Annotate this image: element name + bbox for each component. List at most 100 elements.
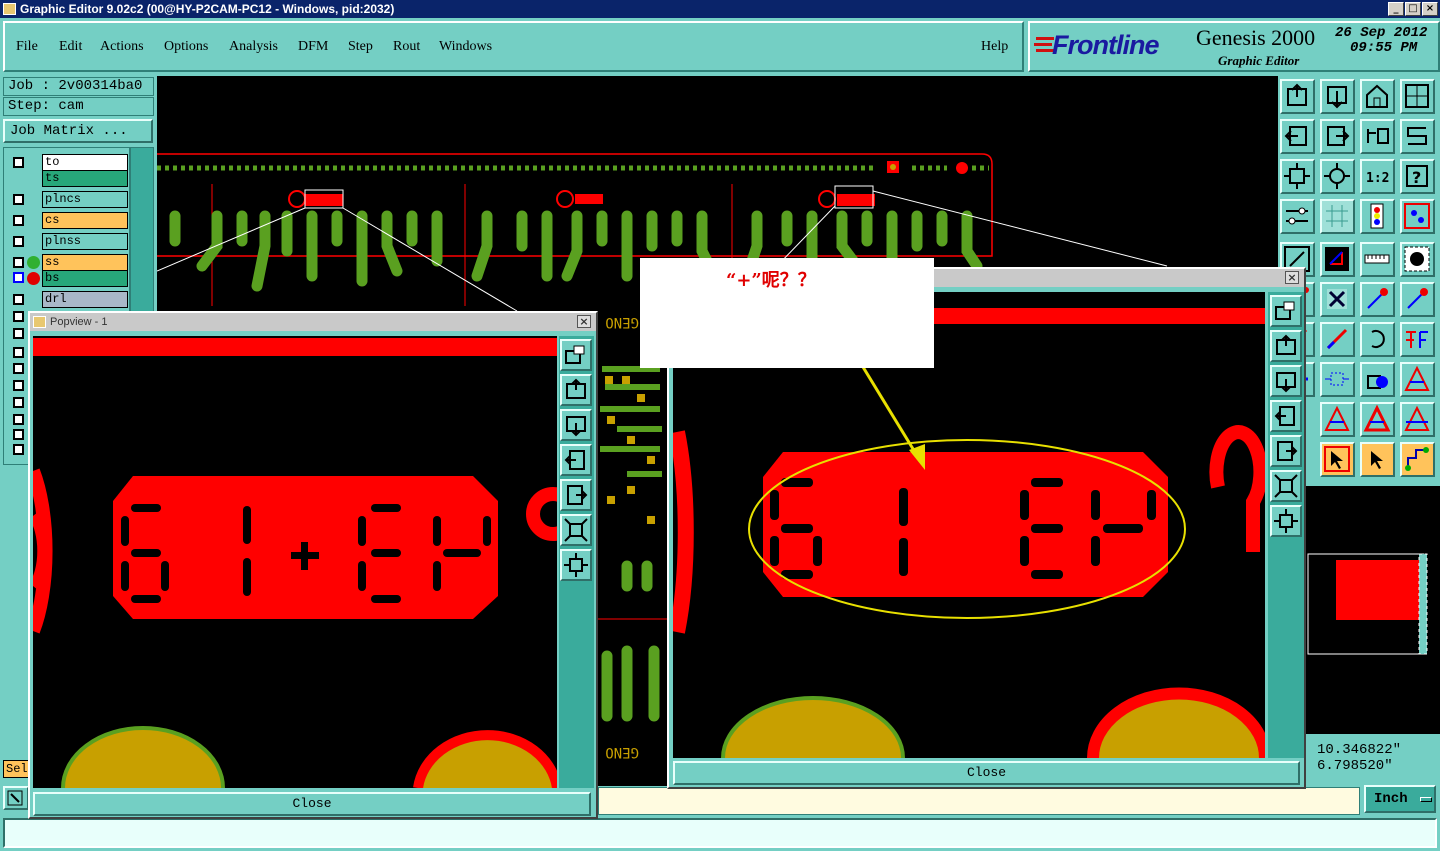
popview-1-close-icon[interactable]: ×	[577, 315, 591, 328]
layer-checkbox[interactable]	[13, 347, 24, 358]
maximize-button[interactable]: □	[1405, 2, 1421, 16]
popview-2-pan-up-button[interactable]	[1270, 330, 1302, 362]
popview-2-zoom-in-button[interactable]	[1270, 470, 1302, 502]
text-tool-button[interactable]	[1400, 322, 1435, 357]
layer-row[interactable]: bs	[10, 270, 128, 287]
lock-button[interactable]	[1360, 362, 1395, 397]
minimize-button[interactable]: _	[1388, 2, 1404, 16]
popview-1-close-button[interactable]: Close	[33, 792, 591, 816]
popview-2-zoom-button[interactable]	[1270, 295, 1302, 327]
layer-name[interactable]: ts	[42, 170, 128, 187]
menu-file[interactable]: File	[16, 39, 38, 55]
layer-name[interactable]: ss	[42, 254, 128, 271]
pointer-tool-button[interactable]	[3, 786, 29, 810]
pad-select-button[interactable]	[1400, 242, 1435, 277]
layer-row[interactable]: to	[10, 154, 128, 171]
zoom-1to2-button[interactable]: 1:2	[1360, 159, 1395, 194]
home-view-button[interactable]	[1360, 79, 1395, 114]
layer-checkbox[interactable]	[13, 257, 24, 268]
layer-checkbox[interactable]	[13, 311, 24, 322]
select-pointer-button[interactable]	[1320, 442, 1355, 477]
add-segment-button[interactable]	[1320, 322, 1355, 357]
layer-row[interactable]: drl	[10, 291, 128, 308]
surface-button[interactable]	[1400, 402, 1435, 437]
resize-button[interactable]	[1320, 362, 1355, 397]
add-line-button[interactable]	[1360, 282, 1395, 317]
layer-name[interactable]: drl	[42, 291, 128, 308]
popview-2-zoom-out-button[interactable]	[1270, 505, 1302, 537]
layer-checkbox[interactable]	[13, 194, 24, 205]
layer-checkbox[interactable]	[13, 444, 24, 455]
job-matrix-button[interactable]: Job Matrix ...	[3, 119, 153, 143]
pan-left-button[interactable]	[1280, 119, 1315, 154]
popview-1-pan-left-button[interactable]	[560, 444, 592, 476]
mini-map[interactable]	[1306, 486, 1440, 734]
popview-1-zoom-button[interactable]	[560, 339, 592, 371]
help-query-button[interactable]: ?	[1400, 159, 1435, 194]
polygon-button[interactable]	[1400, 362, 1435, 397]
menu-edit[interactable]: Edit	[59, 39, 82, 55]
pin-tool-button[interactable]	[1320, 242, 1355, 277]
popview-2-pan-left-button[interactable]	[1270, 400, 1302, 432]
pan-right-button[interactable]	[1320, 119, 1355, 154]
popview-2-pan-right-button[interactable]	[1270, 435, 1302, 467]
layer-checkbox[interactable]	[13, 328, 24, 339]
menu-rout[interactable]: Rout	[393, 39, 420, 55]
popview-1-pan-down-button[interactable]	[560, 409, 592, 441]
layer-checkbox[interactable]	[13, 380, 24, 391]
layer-checkbox[interactable]	[13, 294, 24, 305]
menu-step[interactable]: Step	[348, 39, 373, 55]
popview-1-zoom-out-button[interactable]	[560, 549, 592, 581]
undo-view-button[interactable]	[1360, 119, 1395, 154]
layer-checkbox[interactable]	[13, 363, 24, 374]
select-single-button[interactable]	[1360, 442, 1395, 477]
display-options-button[interactable]	[1400, 199, 1435, 234]
menu-analysis[interactable]: Analysis	[229, 39, 278, 55]
grid-toggle-button[interactable]	[1320, 199, 1355, 234]
redraw-button[interactable]	[1400, 119, 1435, 154]
layer-checkbox[interactable]	[13, 157, 24, 168]
layer-name[interactable]: cs	[42, 212, 128, 229]
add-arc-button[interactable]	[1360, 322, 1395, 357]
popview-1-zoom-in-button[interactable]	[560, 514, 592, 546]
popview-2-pan-down-button[interactable]	[1270, 365, 1302, 397]
popview-1-canvas[interactable]	[33, 336, 557, 788]
window-view-button[interactable]	[1400, 79, 1435, 114]
layer-checkbox[interactable]	[13, 215, 24, 226]
layer-name[interactable]: to	[42, 154, 128, 171]
ruler-button[interactable]	[1360, 242, 1395, 277]
menu-dfm[interactable]: DFM	[298, 39, 328, 55]
fill-button[interactable]	[1320, 402, 1355, 437]
units-selector[interactable]: Inch	[1364, 785, 1436, 813]
select-net-button[interactable]	[1400, 442, 1435, 477]
layer-checkbox[interactable]	[13, 397, 24, 408]
zoom-fit-button[interactable]	[1280, 159, 1315, 194]
popview-1-pan-right-button[interactable]	[560, 479, 592, 511]
layer-name[interactable]: plnss	[42, 233, 128, 250]
layer-checkbox[interactable]	[13, 272, 24, 283]
layer-row[interactable]: ss	[10, 254, 128, 271]
menu-windows[interactable]: Windows	[439, 39, 492, 55]
contour-button[interactable]	[1360, 402, 1395, 437]
menu-actions[interactable]: Actions	[100, 39, 144, 55]
close-window-button[interactable]: ×	[1422, 2, 1438, 16]
popview-1-pan-up-button[interactable]	[560, 374, 592, 406]
popview-2-close-icon[interactable]: ×	[1285, 271, 1299, 284]
pan-down-button[interactable]	[1320, 79, 1355, 114]
layer-name[interactable]: plncs	[42, 191, 128, 208]
add-pad-button[interactable]	[1400, 282, 1435, 317]
menu-help[interactable]: Help	[981, 39, 1008, 55]
zoom-center-button[interactable]	[1320, 159, 1355, 194]
layer-row[interactable]: ts	[10, 170, 128, 187]
zoom-home-button[interactable]	[1280, 79, 1315, 114]
menu-options[interactable]: Options	[164, 39, 208, 55]
layer-name[interactable]: bs	[42, 270, 128, 287]
snap-settings-button[interactable]	[1280, 199, 1315, 234]
delete-feature-button[interactable]	[1320, 282, 1355, 317]
command-line-input[interactable]	[3, 818, 1437, 848]
layer-checkbox[interactable]	[13, 236, 24, 247]
layer-checkbox[interactable]	[13, 429, 24, 440]
popview-2-close-button[interactable]: Close	[673, 761, 1300, 785]
layer-row[interactable]: plnss	[10, 233, 128, 250]
layer-row[interactable]: cs	[10, 212, 128, 229]
